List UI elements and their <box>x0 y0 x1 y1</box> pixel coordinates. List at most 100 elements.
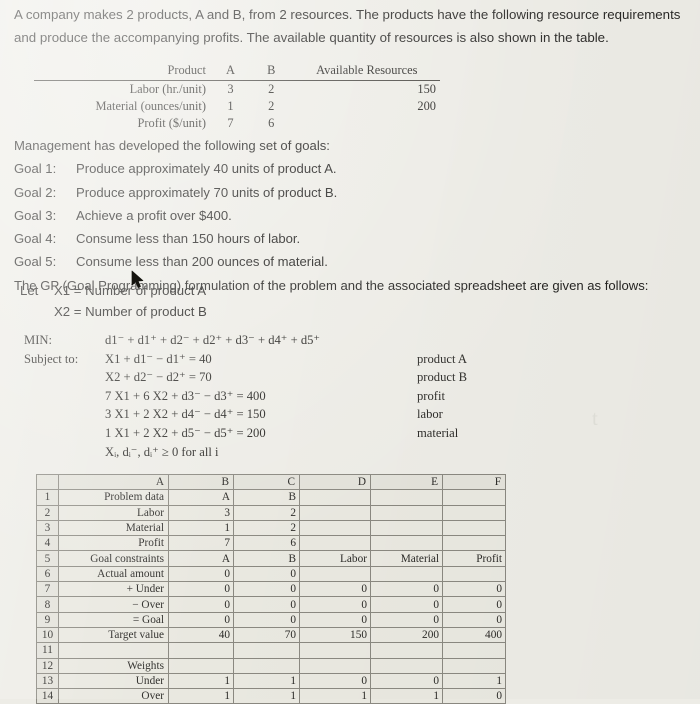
spreadsheet-column-header-f[interactable]: F <box>442 473 506 491</box>
spreadsheet-cell[interactable]: 0 <box>299 672 371 690</box>
spreadsheet-cell[interactable] <box>370 504 443 521</box>
spreadsheet-cell[interactable] <box>299 642 371 659</box>
spreadsheet-cell[interactable]: 1 <box>168 672 234 690</box>
spreadsheet-cell[interactable]: 150 <box>299 626 371 644</box>
spreadsheet-cell[interactable] <box>442 519 506 537</box>
spreadsheet-cell[interactable]: A <box>168 550 234 567</box>
spreadsheet-cell[interactable]: Under <box>58 672 169 690</box>
spreadsheet-cell[interactable] <box>299 519 371 537</box>
spreadsheet-cell[interactable]: 0 <box>233 596 300 613</box>
spreadsheet-cell[interactable]: 7 <box>168 535 234 552</box>
spreadsheet-cell[interactable]: 3 <box>168 504 234 521</box>
spreadsheet-cell[interactable] <box>442 642 506 659</box>
spreadsheet-cell[interactable] <box>442 657 506 674</box>
spreadsheet-cell[interactable]: B <box>233 550 300 567</box>
spreadsheet-cell[interactable]: Actual amount <box>58 565 169 583</box>
spreadsheet-row-header[interactable]: 2 <box>36 504 59 521</box>
spreadsheet-cell[interactable] <box>233 642 300 659</box>
spreadsheet-cell[interactable]: 0 <box>233 565 300 583</box>
spreadsheet-cell[interactable] <box>442 504 506 521</box>
spreadsheet-cell[interactable]: 2 <box>233 519 300 537</box>
spreadsheet-cell[interactable] <box>299 657 371 674</box>
spreadsheet-cell[interactable] <box>442 565 506 583</box>
spreadsheet-cell[interactable]: Problem data <box>58 489 169 506</box>
spreadsheet-cell[interactable]: 1 <box>299 688 371 704</box>
spreadsheet-cell[interactable]: 1 <box>442 672 506 690</box>
spreadsheet-cell[interactable]: 200 <box>370 626 443 644</box>
spreadsheet-row-header[interactable]: 3 <box>36 519 59 537</box>
spreadsheet-cell[interactable]: 0 <box>168 565 234 583</box>
spreadsheet-row-header[interactable]: 7 <box>36 581 59 598</box>
spreadsheet-column-header-b[interactable]: B <box>168 473 234 491</box>
spreadsheet-cell[interactable]: 1 <box>233 688 300 704</box>
spreadsheet-row-header[interactable]: 10 <box>36 626 59 644</box>
spreadsheet-cell[interactable] <box>299 535 371 552</box>
spreadsheet-cell[interactable] <box>168 642 234 659</box>
spreadsheet-cell[interactable] <box>299 504 371 521</box>
spreadsheet-cell[interactable]: Weights <box>58 657 169 674</box>
spreadsheet-cell[interactable] <box>370 565 443 583</box>
spreadsheet-cell[interactable]: 0 <box>299 581 371 598</box>
spreadsheet-cell[interactable] <box>58 642 169 659</box>
spreadsheet-row-header[interactable]: 11 <box>36 642 59 659</box>
spreadsheet-cell[interactable] <box>370 642 443 659</box>
spreadsheet-cell[interactable]: Profit <box>442 550 506 567</box>
spreadsheet-column-header-a[interactable]: A <box>58 473 169 491</box>
spreadsheet-cell[interactable]: Goal constraints <box>58 550 169 567</box>
spreadsheet-cell[interactable] <box>370 519 443 537</box>
spreadsheet-cell[interactable]: 0 <box>299 596 371 613</box>
spreadsheet-row-header[interactable]: 1 <box>36 489 59 506</box>
spreadsheet-cell[interactable]: 1 <box>168 688 234 704</box>
spreadsheet-cell[interactable]: 0 <box>442 596 506 613</box>
spreadsheet-column-header-c[interactable]: C <box>233 473 300 491</box>
spreadsheet-cell[interactable]: 0 <box>442 581 506 598</box>
spreadsheet-row-header[interactable]: 6 <box>36 565 59 583</box>
spreadsheet-cell[interactable]: − Over <box>58 596 169 613</box>
spreadsheet-cell[interactable]: Material <box>370 550 443 567</box>
spreadsheet-cell[interactable] <box>442 489 506 506</box>
spreadsheet-cell[interactable]: = Goal <box>58 611 169 628</box>
spreadsheet-column-header-e[interactable]: E <box>370 473 443 491</box>
spreadsheet-cell[interactable]: 0 <box>233 611 300 628</box>
spreadsheet-cell[interactable]: Profit <box>58 535 169 552</box>
spreadsheet-cell[interactable]: 0 <box>370 596 443 613</box>
spreadsheet-cell[interactable]: 0 <box>168 611 234 628</box>
spreadsheet-row-header[interactable]: 4 <box>36 535 59 552</box>
spreadsheet-cell[interactable]: 0 <box>442 611 506 628</box>
spreadsheet-cell[interactable]: 70 <box>233 626 300 644</box>
spreadsheet-cell[interactable]: 6 <box>233 535 300 552</box>
spreadsheet-cell[interactable]: A <box>168 489 234 506</box>
spreadsheet-cell[interactable] <box>168 657 234 674</box>
spreadsheet-cell[interactable]: Over <box>58 688 169 704</box>
spreadsheet-cell[interactable]: 400 <box>442 626 506 644</box>
spreadsheet-cell[interactable]: 1 <box>168 519 234 537</box>
spreadsheet-cell[interactable] <box>442 535 506 552</box>
spreadsheet-cell[interactable]: 40 <box>168 626 234 644</box>
spreadsheet-cell[interactable] <box>299 565 371 583</box>
spreadsheet-cell[interactable]: 0 <box>370 672 443 690</box>
spreadsheet-cell[interactable]: 0 <box>168 596 234 613</box>
spreadsheet-cell[interactable]: 0 <box>442 688 506 704</box>
spreadsheet-row-header[interactable]: 8 <box>36 596 59 613</box>
spreadsheet-row-header[interactable]: 12 <box>36 657 59 674</box>
spreadsheet-corner-cell[interactable] <box>36 473 59 491</box>
spreadsheet-cell[interactable]: Material <box>58 519 169 537</box>
spreadsheet-cell[interactable]: Target value <box>58 626 169 644</box>
spreadsheet-cell[interactable]: 0 <box>233 581 300 598</box>
spreadsheet-row-header[interactable]: 14 <box>36 688 59 704</box>
spreadsheet-cell[interactable]: 2 <box>233 504 300 521</box>
spreadsheet-row-header[interactable]: 13 <box>36 672 59 690</box>
spreadsheet-cell[interactable]: 1 <box>233 672 300 690</box>
spreadsheet-cell[interactable]: 0 <box>168 581 234 598</box>
spreadsheet-column-header-d[interactable]: D <box>299 473 371 491</box>
spreadsheet-table[interactable]: A B C D E F 1 Problem data A B 2 Labor 3 2 3 Mate… <box>36 473 506 704</box>
spreadsheet-cell[interactable]: 1 <box>370 688 443 704</box>
spreadsheet-cell[interactable]: 0 <box>370 611 443 628</box>
spreadsheet-cell[interactable] <box>299 489 371 506</box>
spreadsheet-cell[interactable] <box>370 657 443 674</box>
spreadsheet-row-header[interactable]: 9 <box>36 611 59 628</box>
spreadsheet-cell[interactable] <box>370 489 443 506</box>
spreadsheet-cell[interactable] <box>233 657 300 674</box>
spreadsheet-row-header[interactable]: 5 <box>36 550 59 567</box>
spreadsheet-cell[interactable]: Labor <box>58 504 169 521</box>
